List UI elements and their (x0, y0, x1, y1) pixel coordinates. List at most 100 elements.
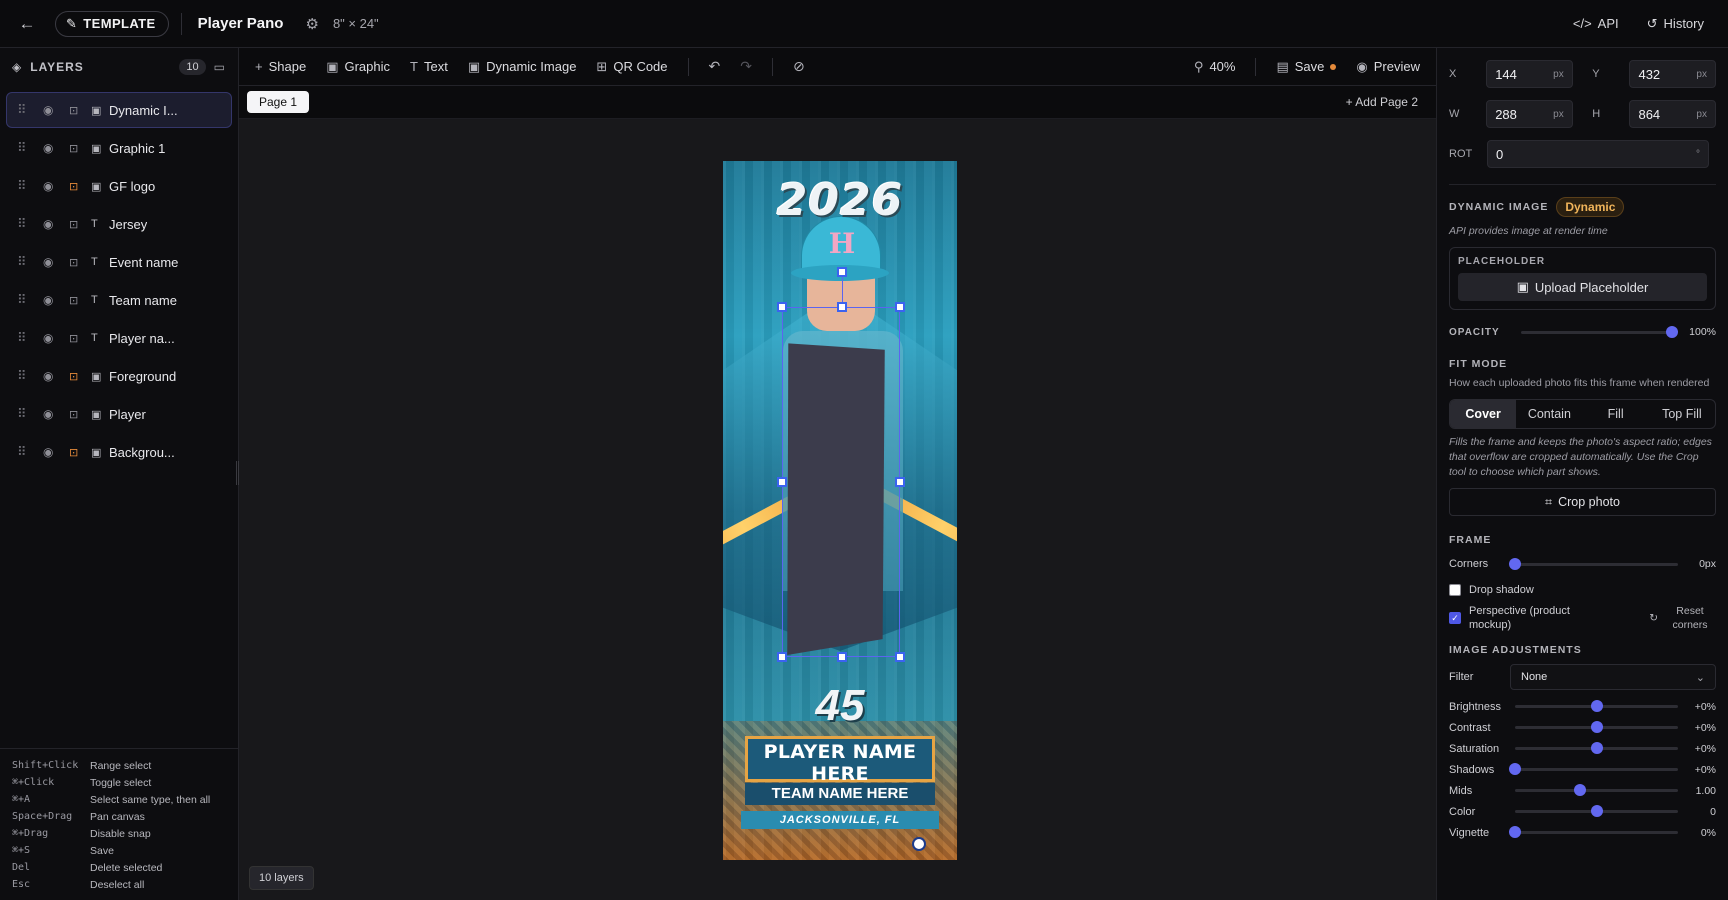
adjustment-slider-thumb[interactable] (1574, 784, 1587, 796)
drag-handle-icon[interactable]: ⠿ (17, 292, 33, 308)
adjustment-slider-thumb[interactable] (1509, 763, 1521, 775)
lock-icon[interactable]: ⊡ (69, 446, 83, 459)
unlock-icon[interactable]: ⊡ (69, 104, 83, 117)
adjustment-slider[interactable] (1509, 826, 1678, 838)
eye-icon[interactable]: ◉ (43, 445, 59, 459)
eye-icon[interactable]: ◉ (43, 217, 59, 231)
adjustment-slider[interactable] (1515, 700, 1678, 712)
layer-row[interactable]: ⠿ ◉ ⊡ T Event name (6, 244, 232, 280)
adjustment-slider-thumb[interactable] (1590, 721, 1603, 733)
shape-tool-button[interactable]: + Shape (255, 59, 306, 74)
adjustment-slider[interactable] (1515, 742, 1678, 754)
layer-row[interactable]: ⠿ ◉ ⊡ ▣ GF logo (6, 168, 232, 204)
x-input[interactable]: 144 px (1486, 60, 1573, 88)
adjustment-slider[interactable] (1509, 763, 1678, 775)
resize-handle-s[interactable] (837, 652, 847, 662)
layer-row[interactable]: ⠿ ◉ ⊡ T Jersey (6, 206, 232, 242)
folder-icon[interactable]: ▭ (214, 60, 226, 74)
rotation-input[interactable]: 0 ° (1487, 140, 1709, 168)
undo-icon[interactable]: ↶ (709, 58, 721, 75)
adjustment-slider-thumb[interactable] (1509, 826, 1521, 838)
eye-icon[interactable]: ◉ (43, 179, 59, 193)
unlock-icon[interactable]: ⊡ (69, 332, 83, 345)
gear-icon[interactable]: ⚙ (305, 15, 318, 33)
drag-handle-icon[interactable]: ⠿ (17, 368, 33, 384)
canvas-area[interactable]: H 2026 45 PLAYER NAME HERE TEAM NAME HER… (239, 119, 1436, 900)
drag-handle-icon[interactable]: ⠿ (17, 330, 33, 346)
qr-code-tool-button[interactable]: ⊞ QR Code (596, 59, 667, 75)
preview-button[interactable]: ◉ Preview (1356, 59, 1420, 75)
template-badge[interactable]: ✎ TEMPLATE (55, 10, 169, 37)
add-page-button[interactable]: + Add Page 2 (1346, 95, 1418, 109)
resize-handle-n[interactable] (837, 302, 847, 312)
layer-row[interactable]: ⠿ ◉ ⊡ ▣ Player (6, 396, 232, 432)
filter-select[interactable]: None ⌄ (1510, 664, 1716, 690)
resize-handle-sw[interactable] (777, 652, 787, 662)
drag-handle-icon[interactable]: ⠿ (17, 254, 33, 270)
eye-icon[interactable]: ◉ (43, 255, 59, 269)
drop-shadow-checkbox[interactable] (1449, 584, 1461, 596)
height-input[interactable]: 864 px (1629, 100, 1716, 128)
eye-icon[interactable]: ◉ (43, 141, 59, 155)
unlock-icon[interactable]: ⊡ (69, 408, 83, 421)
resize-handle-ne[interactable] (895, 302, 905, 312)
eye-icon[interactable]: ◉ (43, 369, 59, 383)
corners-slider-thumb[interactable] (1509, 557, 1521, 570)
save-button[interactable]: ▤ Save (1276, 59, 1337, 75)
fit-mode-option[interactable]: Fill (1583, 400, 1649, 428)
reset-corners-button[interactable]: ↻ Reset corners (1649, 604, 1716, 632)
adjustment-slider[interactable] (1515, 805, 1678, 817)
fit-mode-option[interactable]: Cover (1450, 400, 1517, 428)
layer-row[interactable]: ⠿ ◉ ⊡ ▣ Graphic 1 (6, 130, 232, 166)
adjustment-slider-thumb[interactable] (1590, 700, 1603, 712)
width-input[interactable]: 288 px (1486, 100, 1573, 128)
lock-icon[interactable]: ⊡ (69, 180, 83, 193)
unlock-icon[interactable]: ⊡ (69, 142, 83, 155)
fit-mode-option[interactable]: Contain (1516, 400, 1582, 428)
resize-handle-nw[interactable] (777, 302, 787, 312)
lock-icon[interactable]: ⊡ (69, 370, 83, 383)
graphic-tool-button[interactable]: ▣ Graphic (326, 59, 390, 75)
eye-icon[interactable]: ◉ (43, 293, 59, 307)
redo-icon[interactable]: ↷ (740, 58, 752, 75)
drag-handle-icon[interactable]: ⠿ (17, 102, 33, 118)
resize-handle-e[interactable] (895, 477, 905, 487)
selection-box[interactable] (782, 307, 900, 657)
adjustment-slider[interactable] (1515, 721, 1678, 733)
adjustment-slider[interactable] (1515, 784, 1678, 796)
perspective-checkbox[interactable]: ✓ (1449, 612, 1461, 624)
dynamic-image-tool-button[interactable]: ▣ Dynamic Image (468, 59, 577, 75)
eye-icon[interactable]: ◉ (43, 331, 59, 345)
layer-row[interactable]: ⠿ ◉ ⊡ T Player na... (6, 320, 232, 356)
hide-image-icon[interactable]: ⊘ (793, 58, 805, 75)
unlock-icon[interactable]: ⊡ (69, 218, 83, 231)
drag-handle-icon[interactable]: ⠿ (17, 140, 33, 156)
adjustment-slider-thumb[interactable] (1590, 805, 1603, 817)
drag-handle-icon[interactable]: ⠿ (17, 178, 33, 194)
resize-handle-se[interactable] (895, 652, 905, 662)
drag-handle-icon[interactable]: ⠿ (17, 444, 33, 460)
rotate-handle[interactable] (837, 267, 847, 277)
eye-icon[interactable]: ◉ (43, 407, 59, 421)
zoom-control[interactable]: ⚲ 40% (1194, 59, 1236, 75)
drag-handle-icon[interactable]: ⠿ (17, 216, 33, 232)
unlock-icon[interactable]: ⊡ (69, 294, 83, 307)
layer-row[interactable]: ⠿ ◉ ⊡ T Team name (6, 282, 232, 318)
history-button[interactable]: ↺ History (1647, 16, 1704, 32)
adjustment-slider-thumb[interactable] (1590, 742, 1603, 754)
unlock-icon[interactable]: ⊡ (69, 256, 83, 269)
eye-icon[interactable]: ◉ (43, 103, 59, 117)
api-button[interactable]: </> API (1573, 16, 1619, 31)
upload-placeholder-button[interactable]: ▣ Upload Placeholder (1458, 273, 1707, 301)
resize-handle-w[interactable] (777, 477, 787, 487)
crop-photo-button[interactable]: ⌗ Crop photo (1449, 488, 1716, 516)
drag-handle-icon[interactable]: ⠿ (17, 406, 33, 422)
opacity-slider-thumb[interactable] (1666, 325, 1678, 338)
layer-row[interactable]: ⠿ ◉ ⊡ ▣ Dynamic I... (6, 92, 232, 128)
layer-row[interactable]: ⠿ ◉ ⊡ ▣ Backgrou... (6, 434, 232, 470)
fit-mode-option[interactable]: Top Fill (1649, 400, 1715, 428)
page-tab[interactable]: Page 1 (247, 91, 310, 113)
document-title[interactable]: Player Pano (198, 15, 284, 32)
layer-row[interactable]: ⠿ ◉ ⊡ ▣ Foreground (6, 358, 232, 394)
corners-slider[interactable] (1509, 557, 1678, 570)
